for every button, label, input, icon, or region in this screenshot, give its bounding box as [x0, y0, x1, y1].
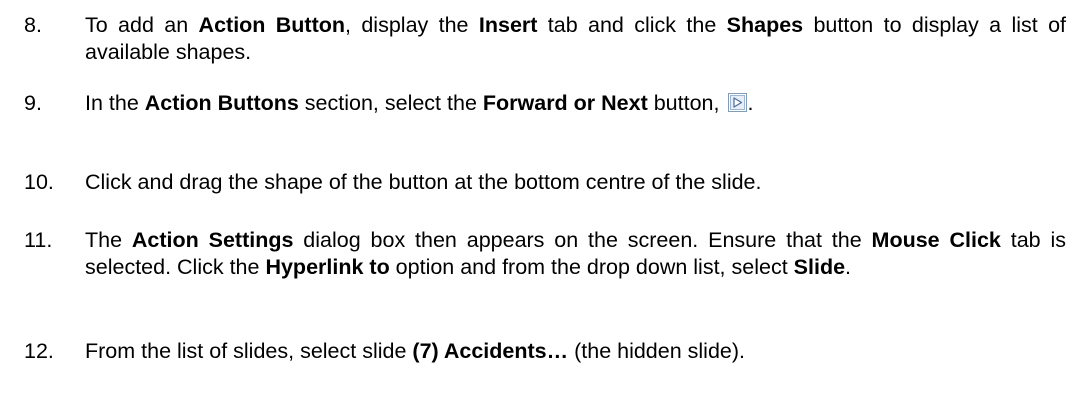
bold-term-mouse-click: Mouse Click	[871, 228, 1001, 252]
text-segment: button,	[647, 91, 726, 115]
text-segment: In the	[85, 91, 145, 115]
text-segment: .	[845, 255, 852, 279]
bold-term-action-button: Action Button	[198, 13, 346, 37]
text-segment: (the hidden slide).	[568, 339, 746, 363]
text-segment: tab and click the	[537, 13, 727, 37]
bold-term-shapes: Shapes	[726, 13, 804, 37]
forward-next-action-button-icon	[728, 93, 748, 112]
step-number: 9.	[24, 91, 42, 115]
text-segment: Click and drag the shape of the button a…	[85, 170, 762, 194]
bold-term-forward-or-next: Forward or Next	[482, 91, 648, 115]
step-number: 10.	[24, 170, 54, 194]
text-segment: dialog box then appears on the screen. E…	[293, 228, 872, 252]
bold-term-slide: Slide	[793, 255, 846, 279]
step-number: 11.	[24, 228, 53, 252]
step-text: From the list of slides, select slide (7…	[85, 338, 1066, 365]
step-text: The Action Settings dialog box then appe…	[85, 227, 1066, 281]
text-segment: section, select the	[298, 91, 483, 115]
bold-term-action-settings: Action Settings	[131, 228, 294, 252]
step-number: 8.	[24, 13, 42, 37]
text-segment: .	[747, 91, 754, 115]
bold-term-hyperlink-to: Hyperlink to	[265, 255, 390, 279]
bold-term-action-buttons: Action Buttons	[144, 91, 299, 115]
instruction-steps: 8. To add an Action Button, display the …	[0, 0, 1080, 393]
text-segment: The	[85, 228, 132, 252]
text-segment: option and from the drop down list, sele…	[389, 255, 794, 279]
text-segment: To add an	[85, 13, 199, 37]
bold-term-insert: Insert	[478, 13, 538, 37]
step-number: 12.	[24, 339, 54, 363]
step-text: Click and drag the shape of the button a…	[85, 169, 1066, 196]
text-segment: From the list of slides, select slide	[85, 339, 413, 363]
bold-term-accidents-slide: (7) Accidents…	[412, 339, 569, 363]
step-text: In the Action Buttons section, select th…	[85, 90, 1066, 117]
text-segment: , display the	[345, 13, 479, 37]
step-text: To add an Action Button, display the Ins…	[85, 12, 1066, 66]
